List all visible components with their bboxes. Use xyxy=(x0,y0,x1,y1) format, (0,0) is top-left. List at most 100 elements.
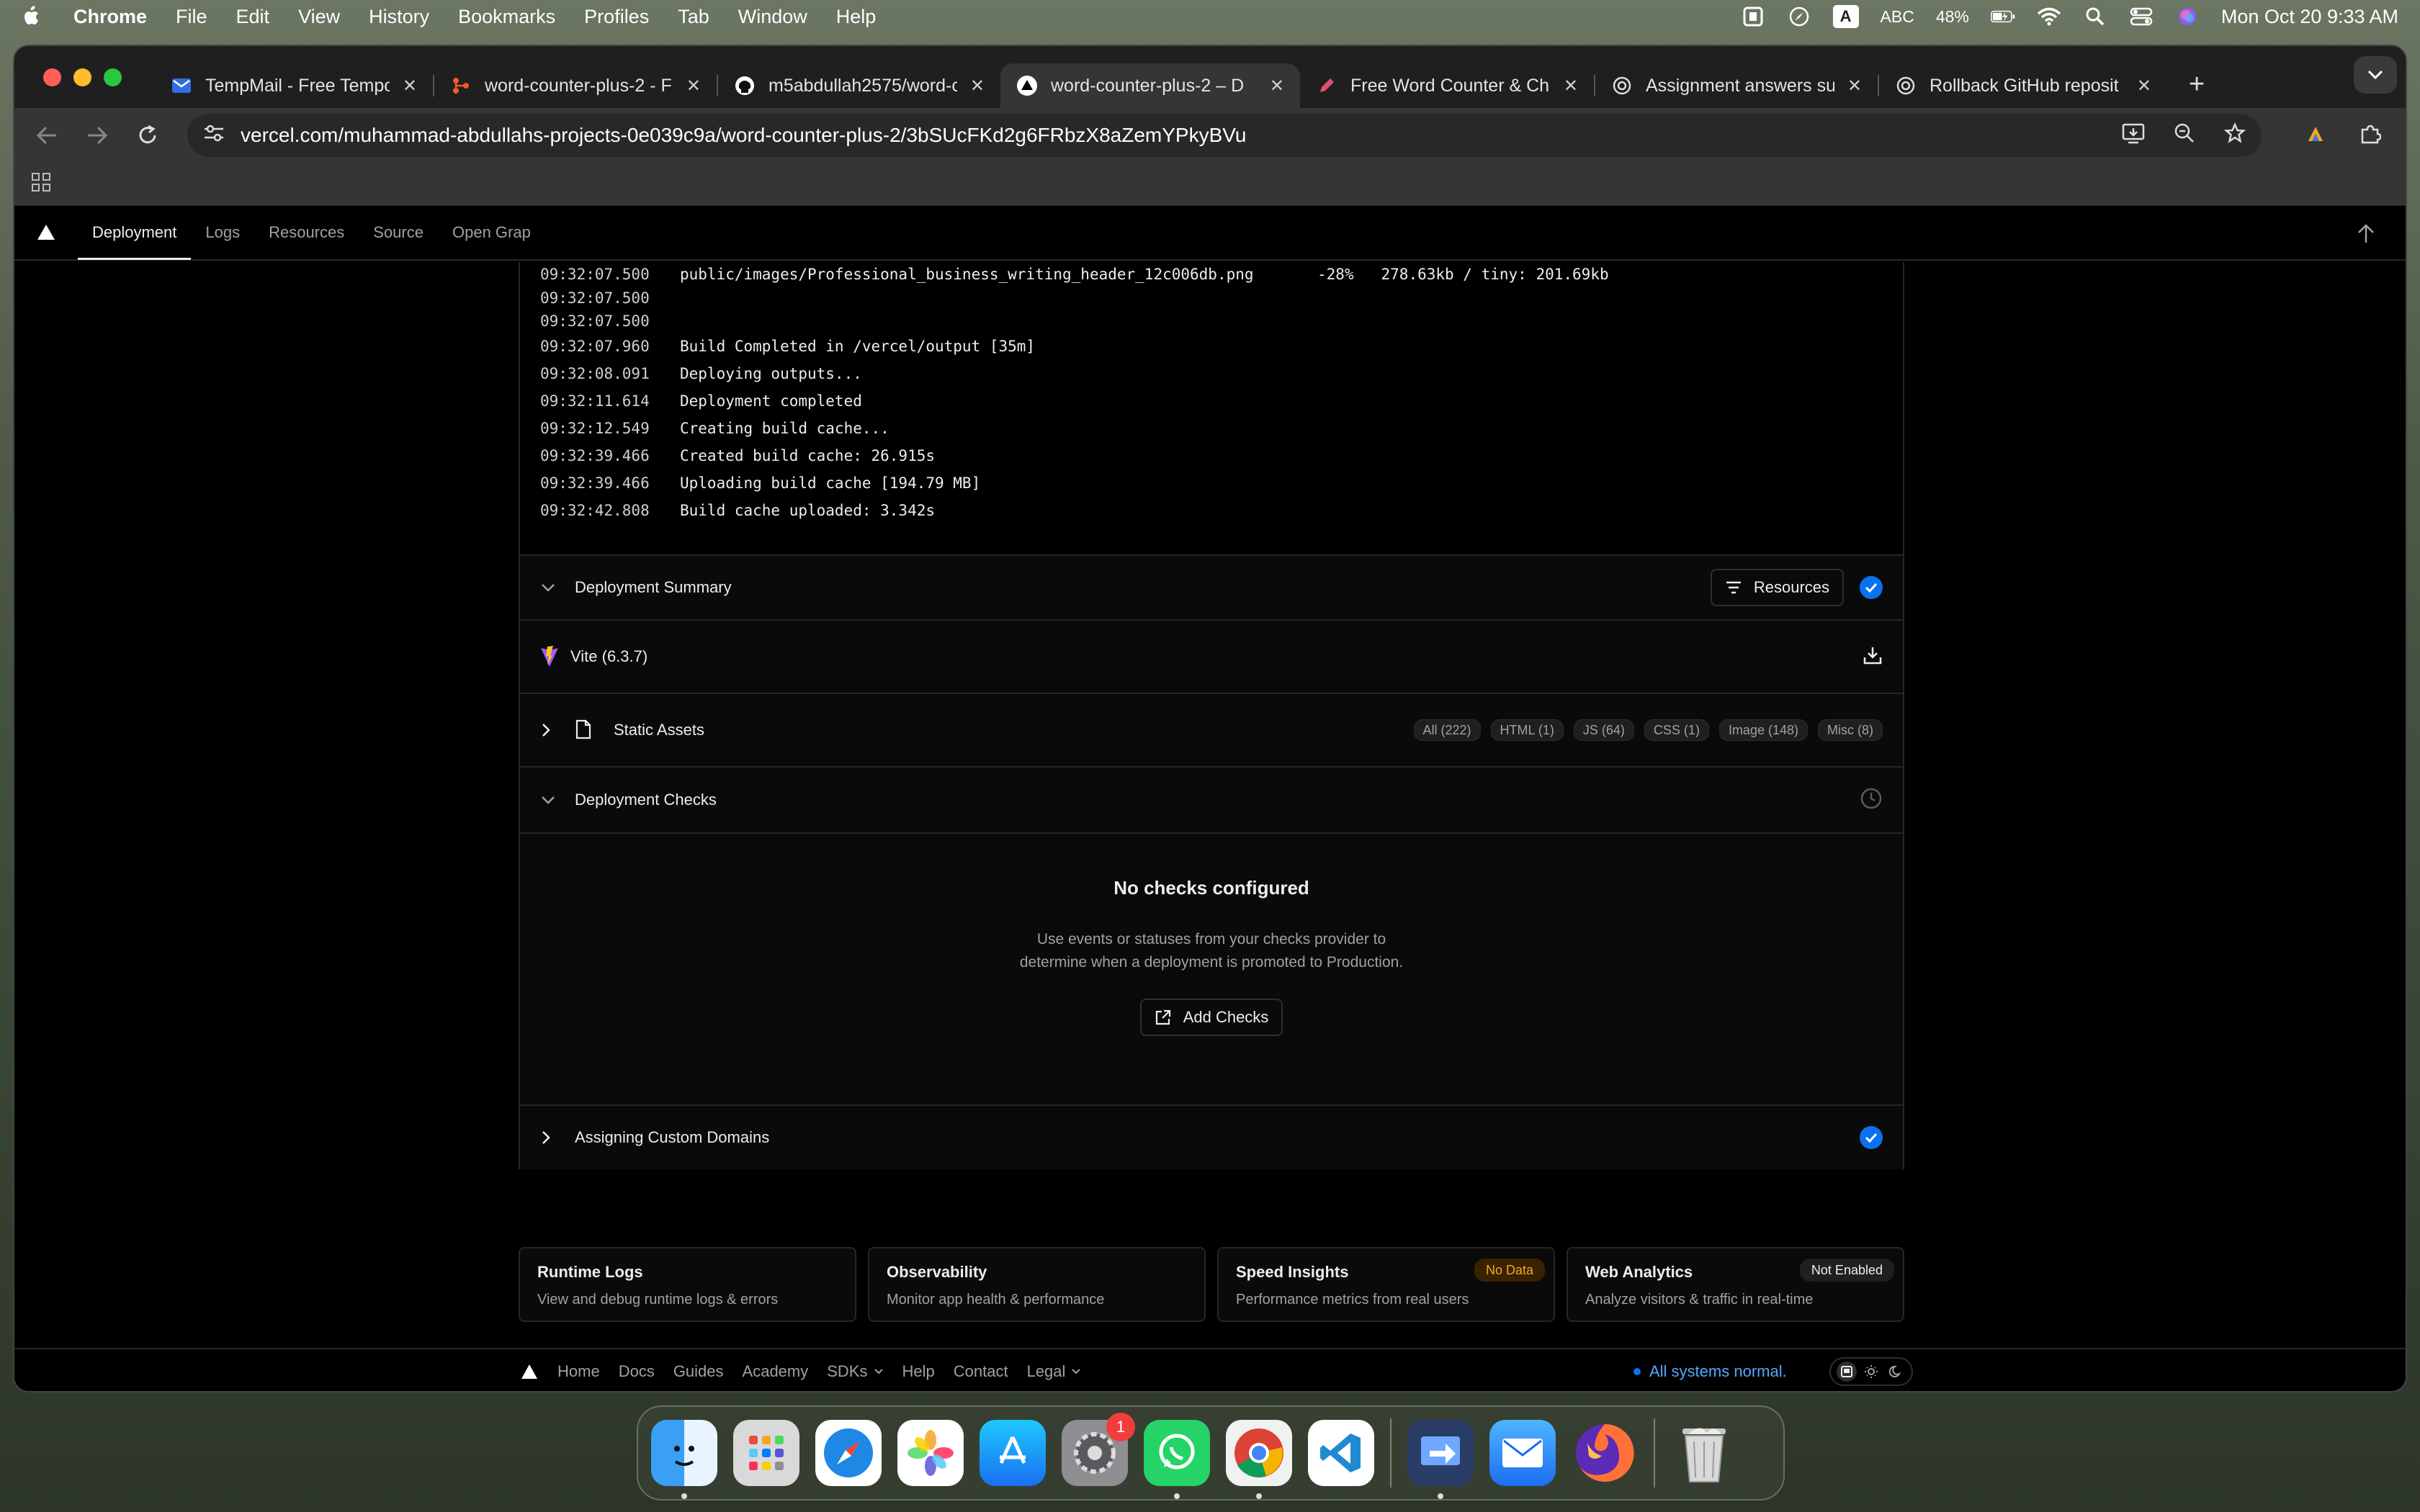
menu-profiles[interactable]: Profiles xyxy=(584,6,649,28)
tab-word-counter-git[interactable]: word-counter-plus-2 - F ✕ xyxy=(434,63,717,108)
close-tab-icon[interactable]: ✕ xyxy=(403,76,417,96)
zoom-window-button[interactable] xyxy=(104,68,122,86)
filter-misc[interactable]: Misc (8) xyxy=(1818,719,1883,741)
tab-free-word-counter[interactable]: Free Word Counter & Ch ✕ xyxy=(1300,63,1594,108)
light-theme-icon[interactable] xyxy=(1861,1362,1881,1382)
menu-app-name[interactable]: Chrome xyxy=(73,6,147,28)
add-checks-button[interactable]: Add Checks xyxy=(1139,999,1283,1036)
app-store-icon[interactable] xyxy=(980,1420,1046,1486)
footer-link-docs[interactable]: Docs xyxy=(619,1362,655,1381)
tab-source[interactable]: Source xyxy=(359,205,438,260)
tab-vercel-deployment[interactable]: word-counter-plus-2 – D ✕ xyxy=(1000,63,1300,108)
download-icon[interactable] xyxy=(1863,645,1883,669)
filter-css[interactable]: CSS (1) xyxy=(1644,719,1709,741)
control-center-icon[interactable] xyxy=(2129,6,2154,27)
install-app-icon[interactable] xyxy=(2122,122,2145,149)
trash-icon[interactable] xyxy=(1671,1420,1737,1486)
menubar-clock[interactable]: Mon Oct 20 9:33 AM xyxy=(2221,6,2398,28)
footer-link-legal[interactable]: Legal xyxy=(1027,1362,1082,1381)
footer-link-guides[interactable]: Guides xyxy=(673,1362,724,1381)
tab-deployment[interactable]: Deployment xyxy=(78,205,192,260)
mail-app-icon[interactable] xyxy=(1489,1420,1556,1486)
speed-insights-card[interactable]: Speed Insights Performance metrics from … xyxy=(1217,1247,1555,1322)
deployment-summary-header[interactable]: Deployment Summary Resources xyxy=(520,554,1903,619)
url-text[interactable]: vercel.com/muhammad-abdullahs-projects-0… xyxy=(241,124,2106,147)
close-window-button[interactable] xyxy=(43,68,61,86)
apps-grid-icon[interactable] xyxy=(30,171,52,197)
close-tab-icon[interactable]: ✕ xyxy=(1564,76,1578,96)
close-tab-icon[interactable]: ✕ xyxy=(1847,76,1862,96)
menu-tab[interactable]: Tab xyxy=(678,6,709,28)
vercel-logo-icon[interactable] xyxy=(36,222,56,243)
chrome-icon[interactable] xyxy=(1226,1420,1292,1499)
custom-domains-row[interactable]: Assigning Custom Domains xyxy=(520,1104,1903,1169)
firefox-icon[interactable] xyxy=(1572,1420,1638,1486)
close-tab-icon[interactable]: ✕ xyxy=(970,76,985,96)
zoom-icon[interactable] xyxy=(2174,122,2195,149)
system-settings-icon[interactable]: 1 xyxy=(1062,1413,1135,1486)
tab-github[interactable]: m5abdullah2575/word-c ✕ xyxy=(718,63,1000,108)
photos-icon[interactable] xyxy=(897,1420,964,1486)
resources-button[interactable]: Resources xyxy=(1710,569,1844,606)
tab-search-button[interactable] xyxy=(2354,56,2397,94)
system-status[interactable]: All systems normal. xyxy=(1634,1362,1787,1381)
siri-icon[interactable] xyxy=(2175,6,2200,27)
back-arrow-icon[interactable] xyxy=(36,122,58,148)
address-bar[interactable]: vercel.com/muhammad-abdullahs-projects-0… xyxy=(187,114,2262,157)
runtime-logs-card[interactable]: Runtime Logs View and debug runtime logs… xyxy=(519,1247,856,1322)
static-assets-row[interactable]: Static Assets All (222) HTML (1) JS (64)… xyxy=(520,693,1903,766)
web-analytics-card[interactable]: Web Analytics Analyze visitors & traffic… xyxy=(1567,1247,1904,1322)
whatsapp-icon[interactable] xyxy=(1144,1420,1210,1499)
menu-help[interactable]: Help xyxy=(836,6,877,28)
bookmark-star-icon[interactable] xyxy=(2223,122,2246,149)
migration-assistant-icon[interactable] xyxy=(1407,1420,1474,1499)
footer-link-home[interactable]: Home xyxy=(557,1362,600,1381)
safari-icon[interactable] xyxy=(815,1420,882,1486)
footer-link-help[interactable]: Help xyxy=(902,1362,935,1381)
site-settings-icon[interactable] xyxy=(203,123,225,148)
puzzle-extensions-icon[interactable] xyxy=(2360,123,2382,148)
clipboard-app-icon[interactable] xyxy=(1741,6,1765,27)
menu-window[interactable]: Window xyxy=(738,6,807,28)
observability-card[interactable]: Observability Monitor app health & perfo… xyxy=(868,1247,1206,1322)
close-tab-icon[interactable]: ✕ xyxy=(2137,76,2151,96)
tab-tempmail[interactable]: TempMail - Free Tempor ✕ xyxy=(155,63,433,108)
input-source-label[interactable]: ABC xyxy=(1881,7,1914,27)
tab-resources[interactable]: Resources xyxy=(254,205,359,260)
vercel-logo-icon[interactable] xyxy=(520,1363,539,1380)
menu-bookmarks[interactable]: Bookmarks xyxy=(458,6,555,28)
apple-menu-icon[interactable] xyxy=(22,5,42,28)
footer-link-sdks[interactable]: SDKs xyxy=(827,1362,883,1381)
menu-history[interactable]: History xyxy=(369,6,429,28)
spotlight-search-icon[interactable] xyxy=(2083,6,2107,27)
wifi-icon[interactable] xyxy=(2037,6,2061,27)
tab-logs[interactable]: Logs xyxy=(191,205,254,260)
input-source-icon[interactable]: A xyxy=(1832,5,1859,28)
menu-view[interactable]: View xyxy=(298,6,340,28)
reload-icon[interactable] xyxy=(137,122,158,148)
extension-icon[interactable] xyxy=(2305,123,2326,148)
system-theme-icon[interactable] xyxy=(1837,1362,1857,1382)
new-tab-button[interactable]: + xyxy=(2189,69,2205,100)
filter-html[interactable]: HTML (1) xyxy=(1490,719,1564,741)
dark-theme-icon[interactable] xyxy=(1886,1362,1906,1382)
scroll-to-top-icon[interactable] xyxy=(2355,223,2377,245)
filter-js[interactable]: JS (64) xyxy=(1573,719,1634,741)
menu-edit[interactable]: Edit xyxy=(236,6,270,28)
filter-all[interactable]: All (222) xyxy=(1413,719,1481,741)
launchpad-icon[interactable] xyxy=(733,1420,799,1486)
compass-icon[interactable] xyxy=(1787,6,1811,27)
forward-arrow-icon[interactable] xyxy=(86,122,108,148)
footer-link-academy[interactable]: Academy xyxy=(743,1362,809,1381)
filter-image[interactable]: Image (148) xyxy=(1718,719,1808,741)
footer-link-contact[interactable]: Contact xyxy=(954,1362,1008,1381)
close-tab-icon[interactable]: ✕ xyxy=(686,76,701,96)
vscode-icon[interactable] xyxy=(1308,1420,1374,1486)
deployment-checks-header[interactable]: Deployment Checks xyxy=(520,766,1903,832)
battery-icon[interactable] xyxy=(1990,6,2015,27)
tab-chatgpt-rollback[interactable]: Rollback GitHub reposit ✕ xyxy=(1879,63,2167,108)
menu-file[interactable]: File xyxy=(176,6,207,28)
minimize-window-button[interactable] xyxy=(73,68,91,86)
tab-chatgpt-assignment[interactable]: Assignment answers su ✕ xyxy=(1595,63,1878,108)
tab-open-graph[interactable]: Open Grap xyxy=(438,205,545,260)
